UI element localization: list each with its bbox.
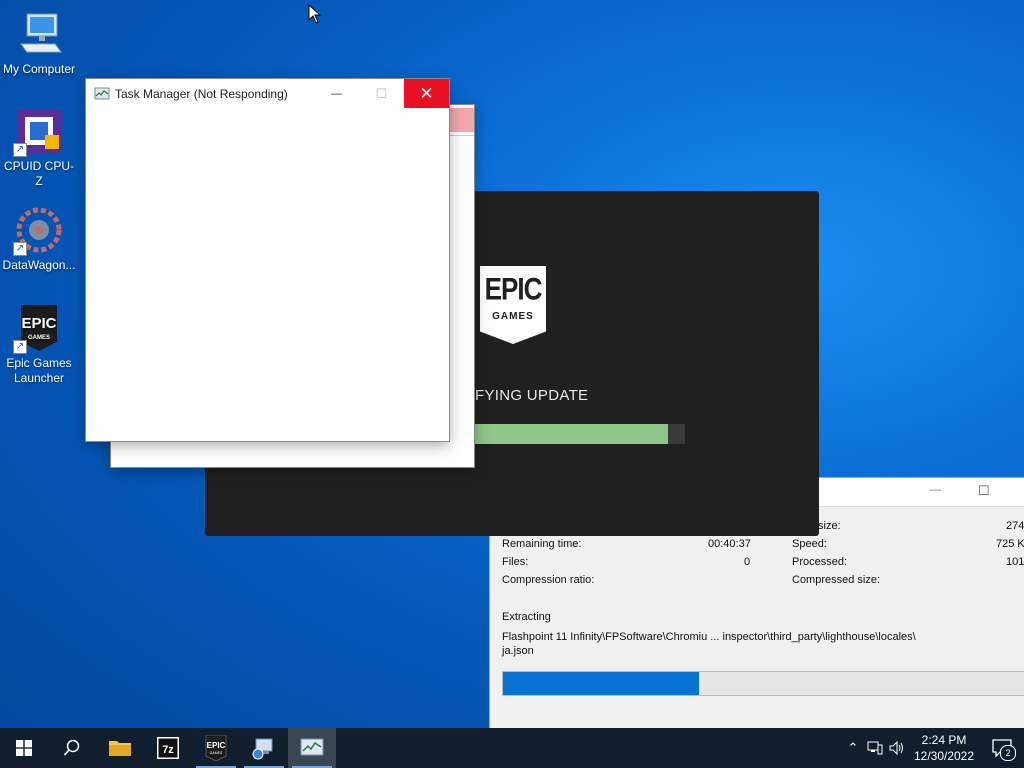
clock[interactable]: 2:24 PM 12/30/2022 [908,732,980,764]
svg-text:EPIC: EPIC [207,741,226,750]
action-label: Extracting [502,611,551,623]
extraction-progress-fill [503,672,700,695]
notification-count-badge: 2 [1000,745,1016,761]
compressed-size-label: Compressed size: [792,574,881,586]
svg-text:7z: 7z [162,744,174,756]
remaining-time-label: Remaining time: [502,538,582,550]
taskbar: 7z EPIC GAMES ⌃ 2:24 PM 12/30/2022 2 [0,728,1024,768]
network-tool-icon [252,738,273,760]
ghost-titlebar-divider [449,135,474,136]
size-value: 274 [1006,520,1024,532]
datawagon-icon: ↗ [13,206,63,256]
volume-icon[interactable] [886,741,908,755]
maximize-button[interactable]: ☐ [359,79,404,108]
speed-value: 725 K [996,538,1024,550]
network-icon[interactable] [864,741,886,755]
search-icon [63,739,80,756]
update-progress-fill [475,424,669,444]
search-button[interactable] [48,728,96,768]
shortcut-arrow-icon: ↗ [13,143,27,157]
system-tray: ⌃ 2:24 PM 12/30/2022 2 [842,728,1024,768]
start-button[interactable] [0,728,48,768]
cpuz-icon: ↗ [13,107,63,157]
logo-text-games: GAMES [492,311,534,322]
taskbar-7zip[interactable]: 7z [144,728,192,768]
taskbar-task-manager[interactable] [288,728,336,768]
files-value: 0 [744,556,751,568]
mouse-cursor-icon [308,4,322,24]
desktop-icon-datawagon[interactable]: ↗ DataWagon... [1,206,77,273]
files-label: Files: [502,556,529,568]
close-button[interactable]: ✕ [404,79,449,108]
epic-games-icon: EPICGAMES [205,735,227,761]
shortcut-arrow-icon: ↗ [13,242,27,256]
desktop-icon-label: My Computer [2,62,76,76]
current-file-name: ja.json [502,645,534,657]
svg-text:GAMES: GAMES [28,335,50,341]
window-title: Task Manager (Not Responding) [115,86,288,101]
compression-ratio-label: Compression ratio: [502,574,595,586]
taskbar-epic-games[interactable]: EPIC GAMES [192,728,240,768]
epic-games-logo: EPIC GAMES [480,266,546,344]
update-progress-bar [475,424,685,444]
computer-icon [15,10,63,58]
desktop-icon-label: DataWagon... [2,258,76,272]
ghost-close-button [449,108,474,132]
desktop-icon-cpuz[interactable]: ↗ CPUID CPU-Z [1,107,77,189]
start-icon [16,740,32,756]
minimize-button[interactable]: — [314,79,359,108]
size-label: size: [818,520,841,532]
minimize-button[interactable]: — [930,484,941,496]
update-status-text: FYING UPDATE [475,387,589,404]
desktop-icon-my-computer[interactable]: My Computer [1,10,77,77]
speed-label: Speed: [792,538,827,550]
file-explorer-icon [109,741,131,756]
task-manager-titlebar[interactable]: Task Manager (Not Responding) — ☐ ✕ [86,79,449,108]
logo-text-epic: EPIC [484,270,543,307]
maximize-button[interactable]: ☐ [978,483,990,499]
task-manager-icon [94,86,110,102]
remaining-time-value: 00:40:37 [708,538,751,550]
taskbar-file-explorer[interactable] [96,728,144,768]
shortcut-arrow-icon: ↗ [13,340,27,354]
clock-time: 2:24 PM [921,733,967,747]
svg-text:GAMES: GAMES [210,751,223,755]
clock-date: 12/30/2022 [913,749,975,763]
desktop-icon-label: CPUID CPU-Z [3,159,74,188]
task-manager-window: Task Manager (Not Responding) — ☐ ✕ [86,79,449,441]
extraction-progress-bar [502,671,1024,696]
7zip-icon: 7z [157,737,179,759]
processed-value: 101 [1006,556,1024,568]
show-hidden-icons-chevron-icon[interactable]: ⌃ [842,740,864,756]
processed-label: Processed: [792,556,848,568]
epic-games-icon: EPIC GAMES ↗ [13,304,63,354]
action-center-button[interactable]: 2 [980,728,1024,768]
desktop-icon-epic-games[interactable]: EPIC GAMES ↗ Epic Games Launcher [1,304,77,386]
taskbar-network-tool[interactable] [240,728,288,768]
current-file-path: Flashpoint 11 Infinity\FPSoftware\Chromi… [502,631,916,643]
svg-text:EPIC: EPIC [21,315,56,332]
desktop-icon-label: Epic Games Launcher [6,356,72,385]
task-manager-icon [300,738,324,756]
